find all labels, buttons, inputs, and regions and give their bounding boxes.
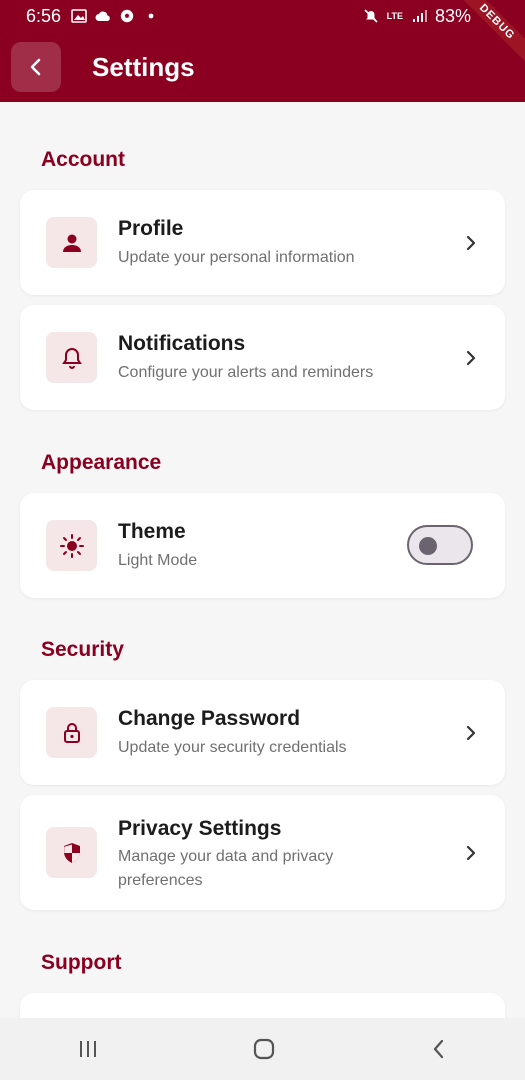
chevron-right-icon [466, 845, 476, 861]
privacy-subtitle: Manage your data and privacy preferences [118, 848, 334, 889]
mute-icon [364, 9, 378, 23]
theme-icon-box [46, 520, 97, 571]
notifications-title: Notifications [118, 332, 246, 355]
privacy-title: Privacy Settings [118, 817, 282, 840]
debug-label: DEBUG [455, 0, 525, 64]
settings-list[interactable]: Account Profile Update your personal inf… [0, 102, 525, 1018]
status-left-icons [71, 9, 159, 23]
gallery-icon [71, 9, 87, 23]
toggle-knob [419, 537, 437, 555]
status-bar: 6:56 LTE 83% [0, 0, 525, 32]
notifications-item[interactable]: Notifications Configure your alerts and … [20, 305, 505, 410]
lte-label: LTE [386, 10, 403, 21]
section-account-title: Account [41, 148, 125, 171]
profile-subtitle: Update your personal information [118, 249, 355, 266]
sun-icon [59, 533, 84, 558]
notifications-subtitle: Configure your alerts and reminders [118, 364, 374, 381]
signal-icon [412, 10, 427, 22]
notifications-icon-box [46, 332, 97, 383]
support-item-partial[interactable] [20, 993, 505, 1018]
home-icon[interactable] [251, 1036, 277, 1062]
status-time: 6:56 [26, 5, 62, 26]
theme-item[interactable]: Theme Light Mode [20, 493, 505, 598]
theme-subtitle: Light Mode [118, 552, 198, 569]
profile-title: Profile [118, 217, 184, 240]
theme-toggle[interactable] [407, 525, 473, 565]
person-icon [62, 234, 81, 252]
theme-title: Theme [118, 520, 186, 543]
back-icon[interactable] [429, 1037, 449, 1061]
profile-item[interactable]: Profile Update your personal information [20, 190, 505, 295]
change-password-title: Change Password [118, 707, 301, 730]
change-password-subtitle: Update your security credentials [118, 739, 347, 756]
chevron-left-icon [30, 58, 41, 76]
debug-banner: DEBUG [455, 0, 525, 70]
lock-icon [63, 722, 80, 743]
privacy-icon-box [46, 827, 97, 878]
shield-icon [63, 842, 80, 863]
soccer-icon [120, 9, 134, 23]
section-support-title: Support [41, 951, 122, 974]
page-title: Settings [92, 51, 195, 82]
chevron-right-icon [466, 235, 476, 251]
system-nav-bar [0, 1018, 525, 1080]
bell-icon [61, 347, 82, 369]
section-appearance-title: Appearance [41, 451, 162, 474]
app-bar: Settings [0, 32, 525, 102]
chevron-right-icon [466, 350, 476, 366]
back-button[interactable] [11, 42, 61, 92]
privacy-settings-item[interactable]: Privacy Settings Manage your data and pr… [20, 795, 505, 910]
cloud-icon [95, 11, 110, 21]
recents-icon[interactable] [76, 1038, 100, 1060]
section-security-title: Security [41, 638, 124, 661]
change-password-icon-box [46, 707, 97, 758]
dot-icon [148, 13, 154, 19]
change-password-item[interactable]: Change Password Update your security cre… [20, 680, 505, 785]
chevron-right-icon [466, 725, 476, 741]
profile-icon-box [46, 217, 97, 268]
